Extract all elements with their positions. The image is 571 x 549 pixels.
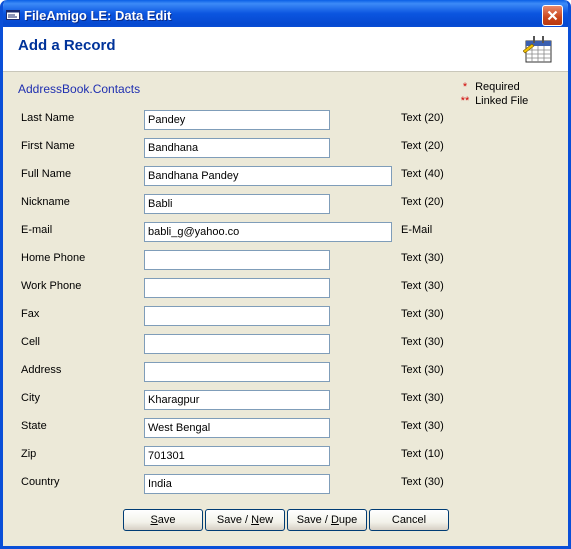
email-type: E-Mail bbox=[401, 224, 433, 236]
zip-type: Text (10) bbox=[401, 448, 444, 460]
country-type: Text (30) bbox=[401, 476, 444, 488]
save-dupe-button[interactable]: Save / Dupe bbox=[287, 509, 367, 531]
email-field[interactable] bbox=[144, 222, 392, 242]
fax-type: Text (30) bbox=[401, 308, 444, 320]
zip-label: Zip bbox=[21, 448, 37, 460]
work-phone-label: Work Phone bbox=[21, 280, 82, 292]
city-field[interactable] bbox=[144, 390, 330, 410]
country-field[interactable] bbox=[144, 474, 330, 494]
full-name-field[interactable] bbox=[144, 166, 392, 186]
legend-required: * Required bbox=[458, 80, 528, 94]
state-type: Text (30) bbox=[401, 420, 444, 432]
full-name-label: Full Name bbox=[21, 168, 72, 180]
state-field[interactable] bbox=[144, 418, 330, 438]
data-edit-window: FileAmigo LE: Data Edit Add a Record Add… bbox=[0, 0, 571, 549]
close-button[interactable] bbox=[542, 5, 563, 26]
close-icon bbox=[547, 10, 558, 21]
zip-field[interactable] bbox=[144, 446, 330, 466]
fax-field[interactable] bbox=[144, 306, 330, 326]
save-dupe-access-key: D bbox=[330, 514, 339, 526]
home-phone-label: Home Phone bbox=[21, 252, 86, 264]
address-field[interactable] bbox=[144, 362, 330, 382]
form-header: Add a Record bbox=[3, 27, 568, 72]
save-new-button[interactable]: Save / New bbox=[205, 509, 285, 531]
save-button[interactable]: Save bbox=[123, 509, 203, 531]
app-icon bbox=[6, 9, 20, 20]
home-phone-field[interactable] bbox=[144, 250, 330, 270]
city-label: City bbox=[21, 392, 40, 404]
nickname-label: Nickname bbox=[21, 196, 70, 208]
address-label: Address bbox=[21, 364, 62, 376]
nickname-type: Text (20) bbox=[401, 196, 444, 208]
table-name: AddressBook.Contacts bbox=[18, 82, 141, 96]
city-type: Text (30) bbox=[401, 392, 444, 404]
legend-label: Linked File bbox=[475, 95, 529, 107]
cell-type: Text (30) bbox=[401, 336, 444, 348]
required-marker: * bbox=[462, 81, 468, 93]
legend-linked-file: ** Linked File bbox=[458, 94, 529, 108]
cell-field[interactable] bbox=[144, 334, 330, 354]
legend-label: Required bbox=[475, 81, 520, 93]
calendar-icon bbox=[522, 35, 553, 66]
full-name-type: Text (40) bbox=[401, 168, 444, 180]
home-phone-type: Text (30) bbox=[401, 252, 444, 264]
cancel-button[interactable]: Cancel bbox=[369, 509, 449, 531]
country-label: Country bbox=[21, 476, 60, 488]
page-title: Add a Record bbox=[18, 37, 116, 54]
state-label: State bbox=[21, 420, 47, 432]
work-phone-type: Text (30) bbox=[401, 280, 444, 292]
save-new-access-key: N bbox=[251, 514, 260, 526]
email-label: E-mail bbox=[21, 224, 53, 236]
first-name-type: Text (20) bbox=[401, 140, 444, 152]
first-name-label: First Name bbox=[21, 140, 75, 152]
linked-file-marker: ** bbox=[460, 95, 470, 107]
last-name-field[interactable] bbox=[144, 110, 330, 130]
first-name-field[interactable] bbox=[144, 138, 330, 158]
last-name-label: Last Name bbox=[21, 112, 75, 124]
nickname-field[interactable] bbox=[144, 194, 330, 214]
legend: * Required ** Linked File bbox=[458, 80, 529, 108]
last-name-type: Text (20) bbox=[401, 112, 444, 124]
save-access-key: S bbox=[150, 514, 158, 526]
work-phone-field[interactable] bbox=[144, 278, 330, 298]
cell-label: Cell bbox=[21, 336, 40, 348]
address-type: Text (30) bbox=[401, 364, 444, 376]
fax-label: Fax bbox=[21, 308, 40, 320]
window-title: FileAmigo LE: Data Edit bbox=[24, 8, 172, 23]
title-bar[interactable]: FileAmigo LE: Data Edit bbox=[3, 0, 568, 30]
